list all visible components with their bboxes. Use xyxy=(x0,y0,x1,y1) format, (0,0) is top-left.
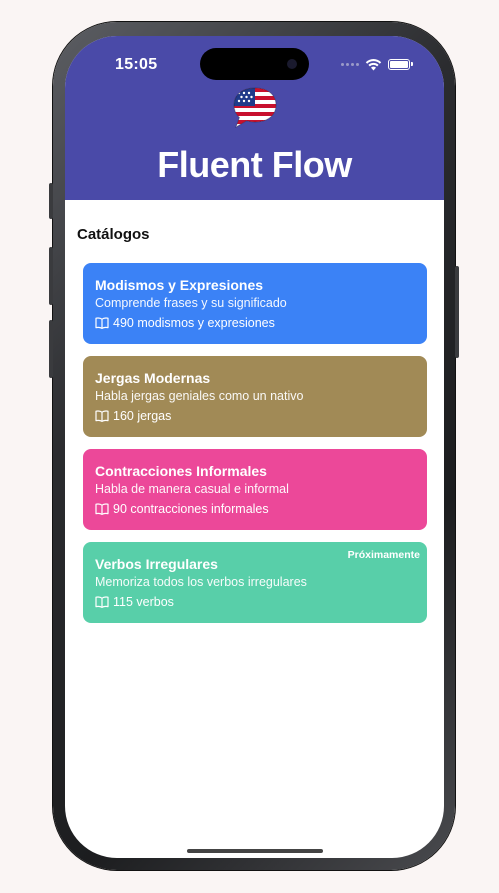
catalog-card-count-text: 490 modismos y expresiones xyxy=(113,316,275,330)
front-camera xyxy=(287,59,297,69)
action-button xyxy=(49,183,53,219)
catalog-card-count: 90 contracciones informales xyxy=(95,502,415,516)
catalogs-section-title: Catálogos xyxy=(77,226,150,243)
catalog-card-title: Modismos y Expresiones xyxy=(95,277,264,293)
app-header: 15:05 Fluent Flow xyxy=(65,36,444,200)
catalog-card-count: 490 modismos y expresiones xyxy=(95,316,415,330)
catalog-card-count-text: 160 jergas xyxy=(113,409,172,423)
status-time: 15:05 xyxy=(115,56,158,73)
catalog-card-jergas[interactable]: Jergas Modernas Habla jergas geniales co… xyxy=(83,356,427,437)
catalog-card-count-text: 115 verbos xyxy=(113,595,174,609)
catalog-card-title: Jergas Modernas xyxy=(95,370,211,386)
home-indicator[interactable] xyxy=(187,849,323,853)
catalog-card-count-text: 90 contracciones informales xyxy=(113,502,269,516)
catalog-card-count: 160 jergas xyxy=(95,409,415,423)
catalog-card-subtitle: Habla de manera casual e informal xyxy=(95,482,289,496)
catalog-card-verbos[interactable]: Próximamente Verbos Irregulares Memoriza… xyxy=(83,542,427,623)
catalog-card-contracciones[interactable]: Contracciones Informales Habla de manera… xyxy=(83,449,427,530)
app-title: Fluent Flow xyxy=(157,144,352,185)
catalog-card-subtitle: Habla jergas geniales como un nativo xyxy=(95,389,304,403)
app-screen: 15:05 Fluent Flow Catálogos Modismos y E… xyxy=(65,36,444,858)
coming-soon-badge: Próximamente xyxy=(347,549,420,561)
signal-dots-icon xyxy=(341,62,359,66)
dynamic-island xyxy=(200,48,309,80)
catalog-list: Modismos y Expresiones Comprende frases … xyxy=(83,263,427,635)
catalog-card-title: Contracciones Informales xyxy=(95,463,267,479)
status-icons xyxy=(341,56,413,72)
wifi-icon xyxy=(365,58,382,70)
book-icon xyxy=(95,410,109,422)
power-button xyxy=(455,266,459,358)
book-icon xyxy=(95,317,109,329)
us-flag-chat-bubble-icon xyxy=(233,87,277,129)
volume-up-button xyxy=(49,247,53,305)
catalog-card-count: 115 verbos xyxy=(95,595,415,609)
volume-down-button xyxy=(49,320,53,378)
catalog-card-subtitle: Memoriza todos los verbos irregulares xyxy=(95,575,307,589)
battery-icon xyxy=(388,58,413,70)
book-icon xyxy=(95,503,109,515)
catalog-card-subtitle: Comprende frases y su significado xyxy=(95,296,287,310)
book-icon xyxy=(95,596,109,608)
catalog-card-modismos[interactable]: Modismos y Expresiones Comprende frases … xyxy=(83,263,427,344)
